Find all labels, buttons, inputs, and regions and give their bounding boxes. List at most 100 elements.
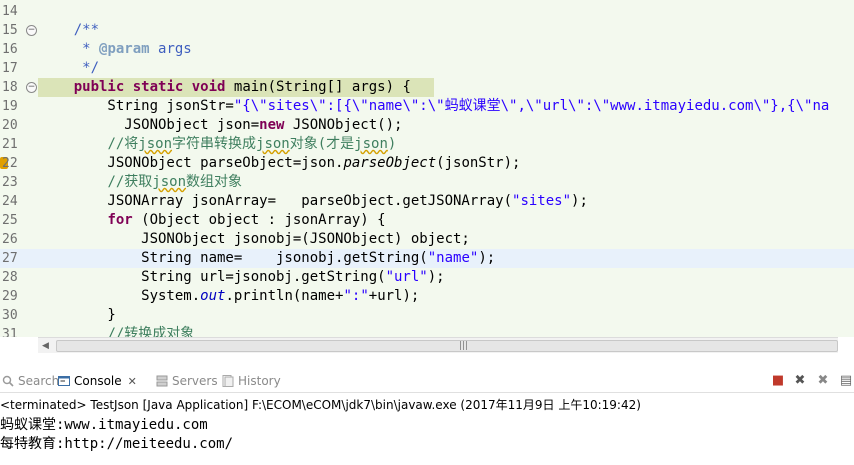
code-token: "url" [385,269,428,285]
line-number: 21 [2,137,18,152]
code-line[interactable]: 15− /** [0,21,854,40]
line-number: 30 [2,308,18,323]
line-number: 27 [2,251,18,266]
tab-servers[interactable]: Servers [156,370,218,392]
code-token: */ [82,60,100,76]
code-text: JSONObject jsonobj=(JSONObject) object; [38,230,470,249]
console-output-line: 每特教育:http://meiteedu.com/ [0,436,234,452]
code-token: //将 [107,136,139,152]
code-line[interactable]: 28 String url=jsonobj.getString("url"); [0,268,854,287]
line-number: 22 [2,156,18,171]
line-number: 16 [2,42,18,57]
code-token: * [82,41,100,57]
code-text: //转换成对象 [38,325,194,337]
scrollbar-grip: ||| [459,341,469,351]
fold-toggle-icon[interactable]: − [26,82,37,93]
code-text: String url=jsonobj.getString("url"); [38,268,445,287]
code-token: String url=jsonobj.getString( [40,269,386,285]
code-token: new [259,117,285,133]
code-text: JSONObject parseObject=json.parseObject(… [38,154,520,173]
console-process-status: <terminated> TestJson [Java Application]… [0,398,641,412]
line-number: 20 [2,118,18,133]
code-line[interactable]: 19 String jsonStr="{\"sites\":[{\"name\"… [0,97,854,116]
code-token: String jsonStr= [40,98,234,114]
code-token: "{\"sites\":[{\"name\":\"蚂蚁课堂\",\"url\":… [233,98,830,114]
code-token: JSONObject jsonobj=(JSONObject) object; [40,231,470,247]
fold-toggle-icon[interactable]: − [26,25,37,36]
code-line[interactable]: 22 JSONObject parseObject=json.parseObje… [0,154,854,173]
code-line[interactable]: 30 } [0,306,854,325]
bottom-panel-tabbar: Search Console ✕ Servers History ■ ✖ ✖ ▤ [0,370,854,393]
code-line[interactable]: 31 //转换成对象 [0,325,854,337]
line-number: 31 [2,327,18,337]
code-text: public static void main(String[] args) { [38,78,411,97]
code-token: 数组对象 [186,174,243,190]
console-view[interactable]: <terminated> TestJson [Java Application]… [0,393,854,465]
code-token: json [256,136,290,152]
line-number: 26 [2,232,18,247]
line-number: 24 [2,194,18,209]
tab-label: Servers [172,374,218,388]
tab-console[interactable]: Console ✕ [58,370,137,392]
remove-launch-icon[interactable]: ✖ [792,373,808,389]
tab-search[interactable]: Search [2,370,59,392]
code-line[interactable]: 29 System.out.println(name+":"+url); [0,287,854,306]
line-number: 29 [2,289,18,304]
code-line[interactable]: 16 * @param args [0,40,854,59]
code-token: ":" [343,288,369,304]
code-token: ) [387,136,397,152]
code-token: 字符串转换成 [172,136,257,152]
code-text: JSONArray jsonArray= parseObject.getJSON… [38,192,587,211]
code-token: /** [73,22,100,38]
code-line[interactable]: 21 //将json字符串转换成json对象(才是json) [0,135,854,154]
code-line[interactable]: 17 */ [0,59,854,78]
code-line[interactable]: 14 [0,2,854,21]
code-token: json [138,136,173,152]
code-line[interactable]: 26 JSONObject jsonobj=(JSONObject) objec… [0,230,854,249]
code-line[interactable]: 24 JSONArray jsonArray= parseObject.getJ… [0,192,854,211]
line-number: 28 [2,270,18,285]
code-text: //将json字符串转换成json对象(才是json) [38,135,396,154]
code-line[interactable]: 25 for (Object object : jsonArray) { [0,211,854,230]
scroll-left-icon[interactable]: ◀ [42,341,49,351]
remove-all-terminated-icon[interactable]: ✖ [815,373,831,389]
code-editor[interactable]: 14 15− /** 16 * @param args 17 */18− public… [0,0,854,337]
code-line[interactable]: 20 JSONObject json=new JSONObject(); [0,116,854,135]
horizontal-scrollbar[interactable]: ◀ ||| [38,337,838,353]
code-line[interactable]: 23 //获取json数组对象 [0,173,854,192]
tab-label: Search [18,374,60,388]
close-icon[interactable]: ✕ [128,375,137,388]
code-token: args [149,41,192,57]
code-token: public [73,79,125,95]
scrollbar-thumb[interactable]: ||| [56,340,838,352]
terminate-icon[interactable]: ■ [770,373,786,389]
code-text: for (Object object : jsonArray) { [38,211,386,230]
history-icon [222,374,238,388]
code-token: void [191,79,226,95]
clear-console-icon[interactable]: ▤ [838,373,854,389]
code-token: json [152,174,187,190]
code-token: ); [427,269,445,285]
line-number: 25 [2,213,18,228]
servers-icon [156,374,172,388]
code-text: String jsonStr="{\"sites\":[{\"name\":\"… [38,97,829,116]
code-token: (Object object : jsonArray) { [132,212,386,228]
code-line[interactable]: 18− public static void main(String[] arg… [0,78,854,97]
code-token: JSONObject json= [40,117,260,133]
console-icon [58,374,74,388]
code-text: //获取json数组对象 [38,173,242,192]
search-icon [2,374,18,388]
tab-history[interactable]: History [222,370,281,392]
code-line[interactable]: 27 String name= jsonobj.getString("name"… [0,249,854,268]
code-token: } [40,307,116,323]
code-text: * @param args [38,40,192,59]
code-token: static [132,79,184,95]
code-token: JSONObject(); [284,117,403,133]
